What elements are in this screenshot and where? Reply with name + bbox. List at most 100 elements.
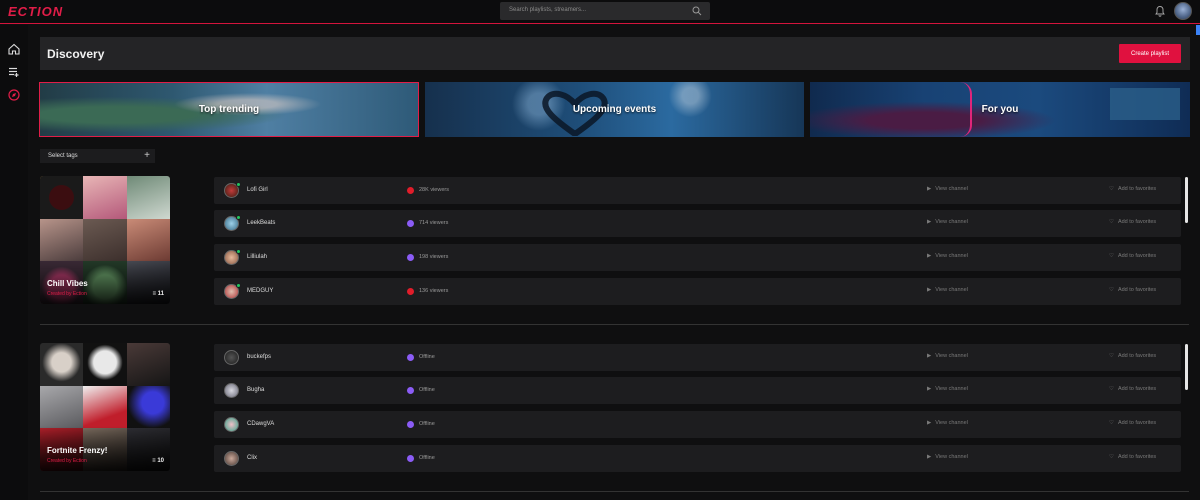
view-channel-button[interactable]: ▶ View channel — [927, 287, 968, 293]
viewer-count: Offline — [419, 455, 435, 461]
view-channel-button[interactable]: ▶ View channel — [927, 420, 968, 426]
page-scrollbar[interactable] — [1196, 25, 1200, 35]
viewer-count: 28K viewers — [419, 187, 449, 193]
thumbnail — [40, 343, 84, 386]
add-to-favorites-label: Add to favorites — [1117, 186, 1157, 192]
heart-icon: ♡ — [1109, 253, 1114, 259]
viewer-count: Offline — [419, 421, 435, 427]
channel-row[interactable]: CDawgVA Offline ▶ View channel ♡ Add to fa… — [214, 411, 1181, 438]
thumbnail — [83, 385, 127, 429]
twitch-icon — [407, 254, 414, 261]
add-to-favorites-button[interactable]: ♡ Add to favorites — [1109, 353, 1156, 359]
banner-label: For you — [981, 104, 1019, 115]
banner-top-trending[interactable]: Top trending — [39, 82, 419, 137]
twitch-icon — [407, 387, 414, 394]
channel-avatar — [224, 417, 239, 432]
view-channel-label: View channel — [935, 253, 968, 259]
heart-icon: ♡ — [1109, 420, 1114, 426]
add-to-favorites-button[interactable]: ♡ Add to favorites — [1109, 454, 1156, 460]
view-channel-label: View channel — [935, 186, 968, 192]
add-to-favorites-label: Add to favorites — [1117, 386, 1157, 392]
user-avatar[interactable] — [1174, 2, 1192, 20]
section-divider — [40, 324, 1189, 325]
add-to-favorites-button[interactable]: ♡ Add to favorites — [1109, 386, 1156, 392]
view-channel-label: View channel — [935, 420, 968, 426]
channel-row[interactable]: Clix Offline ▶ View channel ♡ Add to favor… — [214, 445, 1181, 472]
add-to-favorites-button[interactable]: ♡ Add to favorites — [1109, 420, 1156, 426]
playlist-add-icon[interactable] — [7, 65, 21, 79]
twitch-icon — [407, 220, 414, 227]
thumbnail — [126, 218, 170, 262]
section-divider — [40, 491, 1189, 492]
list-scrollbar[interactable] — [1185, 177, 1188, 223]
bell-icon[interactable] — [1154, 5, 1166, 17]
playlist-card[interactable]: Fortnite Frenzy! Created by Ection ≡ 10 — [40, 343, 170, 471]
channel-row[interactable]: MEDGUY 136 viewers ▶ View channel ♡ Add to… — [214, 278, 1181, 305]
home-icon[interactable] — [7, 42, 21, 56]
select-tags-dropdown[interactable]: Select tags + — [40, 149, 155, 163]
playlist-card[interactable]: Chill Vibes Created by Ection ≡ 11 — [40, 176, 170, 304]
play-icon: ▶ — [927, 287, 932, 293]
twitch-icon — [407, 421, 414, 428]
play-icon: ▶ — [927, 454, 932, 460]
page-header: Discovery Create playlist — [40, 37, 1190, 70]
search-icon[interactable] — [692, 6, 702, 16]
channel-name: Lilliulah — [247, 254, 268, 260]
play-icon: ▶ — [927, 420, 932, 426]
add-to-favorites-button[interactable]: ♡ Add to favorites — [1109, 287, 1156, 293]
view-channel-label: View channel — [935, 287, 968, 293]
create-playlist-button[interactable]: Create playlist — [1119, 44, 1181, 63]
heart-icon: ♡ — [1109, 386, 1114, 392]
sidebar — [0, 25, 28, 500]
playlist-name: Chill Vibes — [47, 279, 88, 288]
view-channel-button[interactable]: ▶ View channel — [927, 353, 968, 359]
plus-icon[interactable]: + — [144, 150, 150, 161]
channel-row[interactable]: LeekBeats 714 viewers ▶ View channel ♡ Add… — [214, 210, 1181, 237]
search-bar[interactable]: Search playlists, streamers... — [500, 2, 710, 20]
list-scrollbar[interactable] — [1185, 344, 1188, 390]
thumbnail — [40, 385, 84, 429]
channel-row[interactable]: buckefps Offline ▶ View channel ♡ Add to f… — [214, 344, 1181, 371]
channel-row[interactable]: Lofi Girl 28K viewers ▶ View channel ♡ Add… — [214, 177, 1181, 204]
playlist-creator: Created by Ection — [47, 458, 87, 464]
thumbnail — [40, 176, 84, 219]
app-logo[interactable]: ECTION — [8, 4, 63, 19]
view-channel-button[interactable]: ▶ View channel — [927, 219, 968, 225]
add-to-favorites-button[interactable]: ♡ Add to favorites — [1109, 253, 1156, 259]
page-title: Discovery — [47, 47, 105, 61]
online-indicator — [236, 249, 241, 254]
viewer-count: 714 viewers — [419, 220, 449, 226]
viewer-count: 136 viewers — [419, 288, 449, 294]
add-to-favorites-label: Add to favorites — [1117, 353, 1157, 359]
channel-row[interactable]: Lilliulah 198 viewers ▶ View channel ♡ Add… — [214, 244, 1181, 271]
play-icon: ▶ — [927, 186, 932, 192]
play-icon: ▶ — [927, 386, 932, 392]
heart-icon: ♡ — [1109, 186, 1114, 192]
add-to-favorites-button[interactable]: ♡ Add to favorites — [1109, 186, 1156, 192]
thumbnail — [83, 218, 127, 262]
view-channel-label: View channel — [935, 454, 968, 460]
view-channel-button[interactable]: ▶ View channel — [927, 186, 968, 192]
heart-icon: ♡ — [1109, 353, 1114, 359]
compass-icon[interactable] — [7, 88, 21, 102]
heart-icon: ♡ — [1109, 287, 1114, 293]
channel-row[interactable]: Bugha Offline ▶ View channel ♡ Add to favo… — [214, 377, 1181, 404]
view-channel-button[interactable]: ▶ View channel — [927, 253, 968, 259]
search-input[interactable]: Search playlists, streamers... — [509, 7, 586, 13]
viewer-count: Offline — [419, 387, 435, 393]
thumbnail — [83, 176, 127, 219]
channel-name: Lofi Girl — [247, 187, 268, 193]
channel-avatar — [224, 350, 239, 365]
banner-upcoming-events[interactable]: Upcoming events — [425, 82, 804, 137]
banner-decoration — [1110, 88, 1180, 120]
channel-name: Bugha — [247, 387, 265, 393]
add-to-favorites-label: Add to favorites — [1117, 454, 1157, 460]
channel-count: 11 — [157, 291, 164, 297]
channel-name: CDawgVA — [247, 421, 275, 427]
add-to-favorites-button[interactable]: ♡ Add to favorites — [1109, 219, 1156, 225]
view-channel-label: View channel — [935, 353, 968, 359]
banner-decoration — [960, 82, 972, 137]
view-channel-button[interactable]: ▶ View channel — [927, 454, 968, 460]
banner-for-you[interactable]: For you — [810, 82, 1190, 137]
view-channel-button[interactable]: ▶ View channel — [927, 386, 968, 392]
